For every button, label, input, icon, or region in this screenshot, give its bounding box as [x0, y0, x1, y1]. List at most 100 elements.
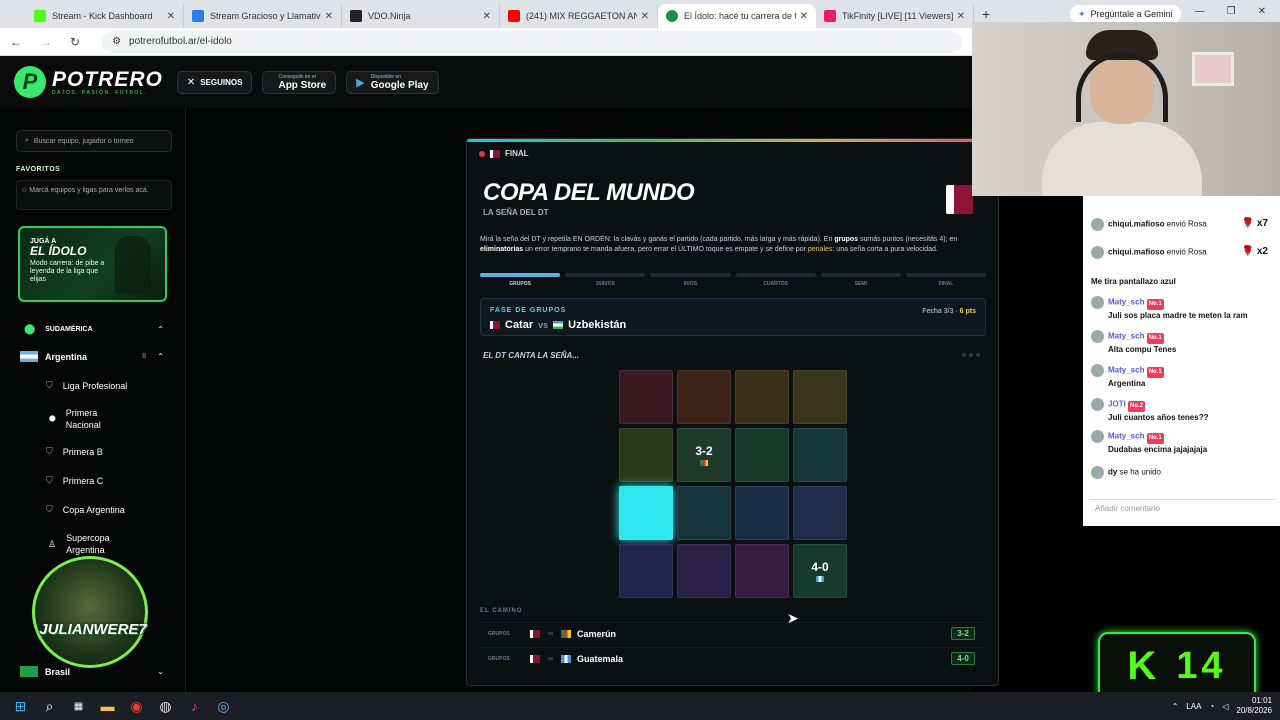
grid-cell[interactable]	[619, 544, 673, 598]
minimize-icon[interactable]: —	[1195, 6, 1205, 17]
chat-username[interactable]: Maty_sch	[1108, 298, 1147, 307]
live-dot-icon	[479, 150, 485, 157]
grid-cell[interactable]	[677, 486, 731, 540]
grid-cell[interactable]: 4-0	[793, 544, 847, 598]
chat-text: Alta compu Tenes	[1108, 344, 1177, 354]
region-sudamerica[interactable]: ⬤ SUDAMÉRICA ⌃	[0, 324, 186, 335]
kick-icon	[34, 10, 46, 22]
grid-cell[interactable]	[735, 428, 789, 482]
streamer-body	[1042, 122, 1202, 196]
league-primera-c[interactable]: ⛉ Primera C	[0, 475, 186, 486]
chat-username[interactable]: chiqui.mafioso	[1108, 220, 1167, 229]
url-field[interactable]: ⚙ potrerofutbol.ar/el-idolo	[102, 30, 963, 53]
flag-uzbekistan-icon	[553, 321, 564, 329]
grid-cell[interactable]	[793, 428, 847, 482]
chat-username[interactable]: Maty_sch	[1108, 432, 1147, 441]
vdo-icon	[350, 10, 362, 22]
stage-badge: FINAL	[479, 149, 529, 158]
gemini-button[interactable]: ✦ Pregúntale a Gemini	[1070, 5, 1181, 23]
chat-input[interactable]: Añadir comentario	[1089, 499, 1277, 517]
grid-cell[interactable]	[735, 486, 789, 540]
follow-button[interactable]: ✕ SEGUINOS	[176, 70, 253, 94]
league-icon: ⬤	[49, 416, 56, 422]
accent-bar	[467, 139, 998, 142]
tab-kick[interactable]: Stream - Kick Dashboard ✕	[26, 4, 184, 28]
globe-icon[interactable]: ◎	[209, 692, 238, 720]
folder-icon[interactable]: ▬	[93, 692, 122, 720]
league-copa-argentina[interactable]: ⛉ Copa Argentina	[0, 504, 186, 515]
tab-youtube[interactable]: (241) MIX REGGAETON AN ✕	[500, 4, 658, 28]
tab-vdo[interactable]: VDO.Ninja ✕	[342, 4, 500, 28]
league-liga-profesional[interactable]: ⛉ Liga Profesional	[0, 380, 186, 391]
windows-start-icon[interactable]: ⊞	[6, 692, 35, 720]
flag-icon	[700, 460, 708, 466]
site-info-icon[interactable]: ⚙	[112, 36, 121, 47]
close-icon[interactable]: ✕	[641, 11, 649, 22]
chrome-icon[interactable]: ◉	[122, 692, 151, 720]
grid-cell[interactable]	[619, 486, 673, 540]
trophy-icon: ♙	[48, 539, 57, 549]
chevron-up-icon[interactable]: ⌃	[1172, 702, 1179, 711]
cell-score: 4-0	[811, 560, 829, 574]
country-argentina[interactable]: Argentina 8 ⌃	[0, 351, 186, 362]
league-supercopa-argentina[interactable]: ♙ Supercopa Argentina	[0, 532, 130, 556]
tab-stream[interactable]: Stream Gracioso y Llamativo Id✕	[184, 4, 342, 28]
grid-cell[interactable]	[677, 544, 731, 598]
chat-username[interactable]: chiqui.mafioso	[1108, 248, 1167, 257]
close-window-icon[interactable]: ✕	[1258, 6, 1266, 17]
league-primera-b[interactable]: ⛉ Primera B	[0, 446, 186, 457]
chat-username[interactable]: dy	[1108, 468, 1120, 477]
gemini-icon: ✦	[1078, 8, 1086, 19]
chat-username[interactable]: Maty_sch	[1108, 332, 1147, 341]
reload-icon[interactable]: ↻	[70, 35, 80, 49]
grid-cell[interactable]	[793, 486, 847, 540]
obs-icon[interactable]: ◍	[151, 692, 180, 720]
step-cuartos: CUARTOS	[735, 273, 816, 287]
cell-score: 3-2	[695, 444, 713, 458]
google-play-button[interactable]: ▶ Disponible en Google Play	[346, 70, 439, 94]
tab-tikfinity[interactable]: TikFinity [LIVE] [11 Viewers] ✕	[816, 4, 974, 28]
close-icon[interactable]: ✕	[800, 11, 808, 22]
tab-el-idolo[interactable]: El Ídolo: hacé tu carrera de fútb✕	[658, 4, 816, 28]
kick-icon: K	[1127, 643, 1157, 688]
close-icon[interactable]: ✕	[325, 11, 333, 22]
close-icon[interactable]: ✕	[167, 11, 175, 22]
clock[interactable]: 01:01 20/8/2026	[1236, 696, 1272, 716]
close-icon[interactable]: ✕	[957, 11, 965, 22]
league-icon: ⛉	[46, 475, 53, 485]
forward-icon[interactable]: →	[40, 35, 52, 49]
chat-username[interactable]: JOTI	[1108, 400, 1128, 409]
search-icon[interactable]: ⌕	[35, 692, 64, 720]
potrero-logo-icon[interactable]: P	[14, 66, 46, 98]
new-tab-button[interactable]: +	[982, 6, 990, 22]
grid-cell[interactable]	[619, 428, 673, 482]
back-icon[interactable]: ←	[10, 35, 22, 49]
grid-cell[interactable]	[619, 370, 673, 424]
wifi-icon[interactable]: ◔	[1209, 702, 1214, 711]
grid-cell[interactable]	[735, 544, 789, 598]
calculator-icon[interactable]: ▦	[64, 692, 93, 720]
tiktok-icon[interactable]: ♪	[180, 692, 209, 720]
maximize-icon[interactable]: ❐	[1227, 6, 1236, 17]
step-grupos: GRUPOS	[480, 273, 561, 287]
favorites-hint: ☆ Marcá equipos y ligas para verlos acá.	[16, 180, 172, 210]
logo-text[interactable]: POTRERO DATOS. PASIÓN. FÚTBOL.	[52, 68, 163, 96]
taskbar: ⊞ ⌕ ▦ ▬ ◉ ◍ ♪ ◎ ⌃ LAA ◔ ◁ 01:01 20/8/2026	[0, 692, 1280, 720]
league-primera-nacional[interactable]: ⬤ Primera Nacional	[0, 407, 120, 431]
volume-icon[interactable]: ◁	[1222, 702, 1228, 711]
close-icon[interactable]: ✕	[483, 11, 491, 22]
grid-cell[interactable]	[677, 370, 731, 424]
chat-message: dy se ha unido	[1091, 466, 1276, 479]
grid-cell[interactable]: 3-2	[677, 428, 731, 482]
road-row: GRUPOS vs Camerún 3-2	[480, 622, 986, 644]
chat-username[interactable]: Maty_sch	[1108, 366, 1147, 375]
grid-cell[interactable]	[793, 370, 847, 424]
el-idolo-promo[interactable]: JUGÁ A EL ÍDOLO Modo carrera: de pibe a …	[18, 226, 167, 302]
site-header: P POTRERO DATOS. PASIÓN. FÚTBOL. ✕ SEGUINO…	[0, 56, 972, 108]
avatar	[1091, 466, 1104, 479]
search-input[interactable]: ⌕ Buscar equipo, jugador o torneo	[16, 130, 172, 152]
grid-cell[interactable]	[735, 370, 789, 424]
app-store-button[interactable]: Conseguilo en el App Store	[262, 70, 337, 94]
rank-badge: No.2	[1128, 400, 1146, 412]
chat-text: Juli sos placa madre te meten la ram	[1108, 310, 1248, 320]
